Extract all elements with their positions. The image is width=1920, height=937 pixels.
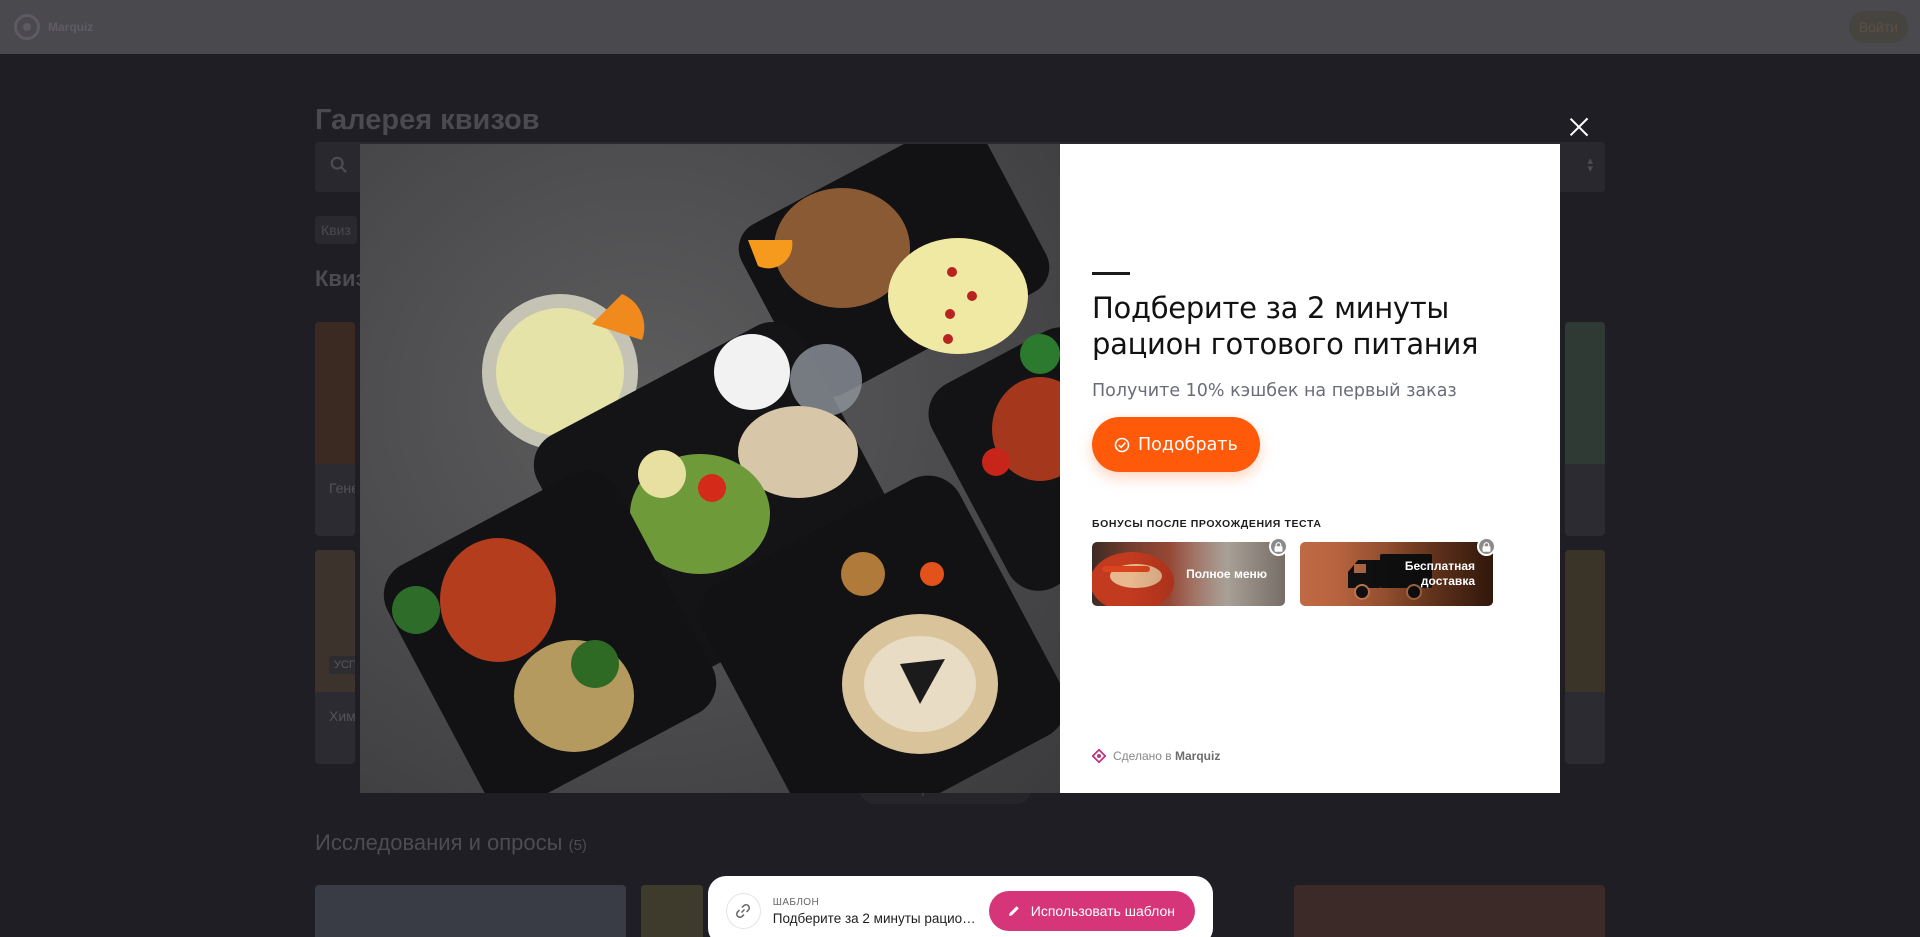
quiz-card[interactable]: Гене <box>315 322 355 536</box>
sort-arrows-icon[interactable]: ▴ ▾ <box>1587 156 1593 175</box>
bonus-full-menu[interactable]: Полное меню <box>1092 537 1288 606</box>
bonus-label: Бесплатная доставка <box>1405 542 1475 606</box>
quiz-subtitle: Получите 10% кэшбек на первый заказ <box>1092 381 1457 401</box>
pencil-icon <box>1008 906 1019 916</box>
made-in-brand: Marquiz <box>1174 749 1221 763</box>
filter-chip[interactable]: Квиз <box>315 216 357 244</box>
bonus-label-line1: Бесплатная <box>1404 559 1475 573</box>
quiz-card-image <box>1565 550 1605 692</box>
food-containers-image <box>360 144 1060 793</box>
top-bar: Marquiz Войти <box>0 0 1920 54</box>
login-button[interactable]: Войти <box>1848 11 1908 43</box>
copy-link-button[interactable] <box>726 893 761 929</box>
lock-icon <box>1269 537 1288 556</box>
section-heading-quiz: Квиз <box>315 266 367 291</box>
quiz-title: Подберите за 2 минуты рацион готового пи… <box>1092 291 1479 361</box>
made-in-marquiz[interactable]: Сделано в Marquiz <box>1092 749 1220 763</box>
quiz-preview-modal: Подберите за 2 минуты рацион готового пи… <box>360 144 1560 793</box>
research-card[interactable] <box>1294 885 1605 937</box>
template-bar: ШАБЛОН Подберите за 2 минуты рацион гото… <box>708 876 1213 937</box>
quiz-card-image: УСП <box>315 550 355 692</box>
food-illustration <box>383 144 1060 793</box>
marquiz-logo-icon <box>1092 749 1106 763</box>
template-name: Подберите за 2 минуты рацион готового пи… <box>772 910 981 926</box>
bonus-label-line2: доставка <box>1420 574 1475 588</box>
research-card[interactable] <box>315 885 626 937</box>
check-circle-icon <box>1114 437 1130 452</box>
section-research-title: Исследования и опросы <box>315 830 563 855</box>
quiz-card[interactable] <box>1565 550 1605 764</box>
card-badge: УСП <box>329 656 355 674</box>
close-icon[interactable] <box>1566 114 1592 140</box>
brand[interactable]: Marquiz <box>14 14 93 40</box>
research-card[interactable] <box>641 885 703 937</box>
template-caption: ШАБЛОН <box>772 896 820 908</box>
bonus-heading: БОНУСЫ ПОСЛЕ ПРОХОЖДЕНИЯ ТЕСТА <box>1092 518 1322 530</box>
section-heading-research: Исследования и опросы (5) <box>315 830 587 856</box>
made-in-prefix: Сделано в <box>1113 749 1172 763</box>
start-quiz-label: Подобрать <box>1138 434 1238 455</box>
quiz-card-image <box>1565 322 1605 464</box>
search-icon <box>330 156 347 173</box>
page-title: Галерея квизов <box>315 104 540 136</box>
quiz-card-label: Хим <box>329 708 355 724</box>
modal-content: Подберите за 2 минуты рацион готового пи… <box>1060 144 1560 793</box>
quiz-card-image <box>315 322 355 464</box>
lock-icon <box>1477 537 1496 556</box>
link-icon <box>736 904 751 918</box>
start-quiz-button[interactable]: Подобрать <box>1092 417 1260 472</box>
use-template-button[interactable]: Использовать шаблон <box>988 891 1195 931</box>
quiz-card[interactable]: УСП Хим <box>315 550 355 764</box>
brand-name: Marquiz <box>48 20 94 34</box>
section-research-count: (5) <box>568 837 587 854</box>
bonus-free-delivery[interactable]: Бесплатная доставка <box>1300 537 1496 606</box>
bonus-label: Полное меню <box>1186 566 1267 581</box>
marquiz-logo-icon <box>14 14 40 40</box>
quiz-card[interactable] <box>1565 322 1605 536</box>
use-template-label: Использовать шаблон <box>1030 903 1175 919</box>
quiz-card-label: Гене <box>329 480 355 496</box>
accent-divider <box>1092 272 1130 275</box>
template-info: ШАБЛОН Подберите за 2 минуты рацион гото… <box>773 897 981 926</box>
